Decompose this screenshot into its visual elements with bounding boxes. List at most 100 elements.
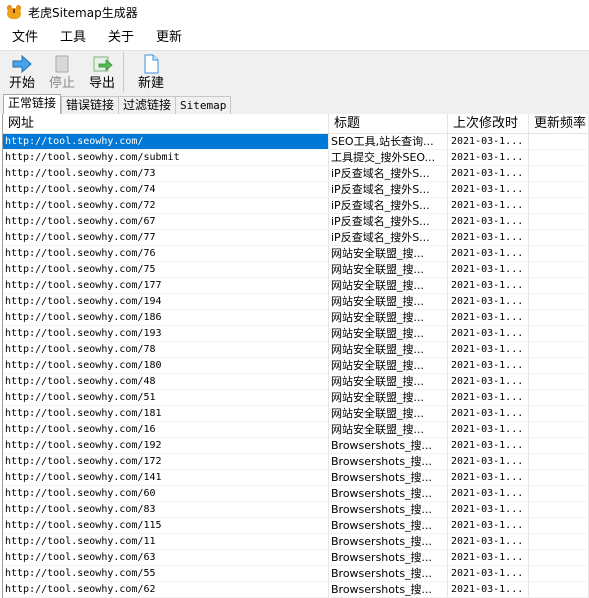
table-row[interactable]: http://tool.seowhy.com/186 网站安全联盟_搜... 202… xyxy=(3,310,589,326)
frequency-cell xyxy=(529,486,589,502)
title-cell: Browsershots_搜... xyxy=(329,470,448,486)
table-row[interactable]: http://tool.seowhy.com/77 iP反查域名_搜外S... 20… xyxy=(3,230,589,246)
date-cell: 2021-03-1... xyxy=(448,342,529,358)
table-row[interactable]: http://tool.seowhy.com/submit 工具提交_搜外SEO.… xyxy=(3,150,589,166)
table-row[interactable]: http://tool.seowhy.com/48 网站安全联盟_搜... 2021… xyxy=(3,374,589,390)
title-cell: Browsershots_搜... xyxy=(329,502,448,518)
table-row[interactable]: http://tool.seowhy.com/72 iP反查域名_搜外S... 20… xyxy=(3,198,589,214)
url-cell: http://tool.seowhy.com/11 xyxy=(3,534,329,550)
frequency-cell xyxy=(529,374,589,390)
url-cell: http://tool.seowhy.com/177 xyxy=(3,278,329,294)
title-cell: Browsershots_搜... xyxy=(329,454,448,470)
table-row[interactable]: http://tool.seowhy.com/74 iP反查域名_搜外S... 20… xyxy=(3,182,589,198)
table-row[interactable]: http://tool.seowhy.com/115 Browsershots_搜… xyxy=(3,518,589,534)
title-cell: 网站安全联盟_搜... xyxy=(329,326,448,342)
url-cell: http://tool.seowhy.com/74 xyxy=(3,182,329,198)
table-row[interactable]: http://tool.seowhy.com/194 网站安全联盟_搜... 202… xyxy=(3,294,589,310)
frequency-cell xyxy=(529,390,589,406)
url-cell: http://tool.seowhy.com/48 xyxy=(3,374,329,390)
toolbar: 开始 停止 导出 新建 xyxy=(0,50,589,94)
frequency-cell xyxy=(529,566,589,582)
menu-tools[interactable]: 工具 xyxy=(48,27,96,49)
new-button[interactable]: 新建 xyxy=(131,51,171,93)
stop-label: 停止 xyxy=(48,76,75,91)
url-cell: http://tool.seowhy.com/67 xyxy=(3,214,329,230)
frequency-cell xyxy=(529,326,589,342)
start-label: 开始 xyxy=(8,76,35,91)
table-row[interactable]: http://tool.seowhy.com/180 网站安全联盟_搜... 202… xyxy=(3,358,589,374)
column-header-url[interactable]: 网址 xyxy=(3,114,329,133)
menu-file[interactable]: 文件 xyxy=(0,27,48,49)
frequency-cell xyxy=(529,582,589,598)
table-row[interactable]: http://tool.seowhy.com/73 iP反查域名_搜外S... 20… xyxy=(3,166,589,182)
url-cell: http://tool.seowhy.com/76 xyxy=(3,246,329,262)
table-row[interactable]: http://tool.seowhy.com/51 网站安全联盟_搜... 2021… xyxy=(3,390,589,406)
date-cell: 2021-03-1... xyxy=(448,566,529,582)
column-header-frequency[interactable]: 更新频率 xyxy=(529,114,589,133)
frequency-cell xyxy=(529,438,589,454)
table-row[interactable]: http://tool.seowhy.com/60 Browsershots_搜.… xyxy=(3,486,589,502)
frequency-cell xyxy=(529,406,589,422)
title-bar: 老虎Sitemap生成器 xyxy=(0,0,589,24)
frequency-cell xyxy=(529,518,589,534)
table-row[interactable]: http://tool.seowhy.com/192 Browsershots_搜… xyxy=(3,438,589,454)
url-cell: http://tool.seowhy.com/172 xyxy=(3,454,329,470)
frequency-cell xyxy=(529,502,589,518)
column-header-title[interactable]: 标题 xyxy=(329,114,448,133)
url-cell: http://tool.seowhy.com/141 xyxy=(3,470,329,486)
table-row[interactable]: http://tool.seowhy.com/67 iP反查域名_搜外S... 20… xyxy=(3,214,589,230)
column-header-last-modified[interactable]: 上次修改时 xyxy=(448,114,529,133)
title-cell: 网站安全联盟_搜... xyxy=(329,406,448,422)
date-cell: 2021-03-1... xyxy=(448,134,529,150)
tab-normal-links[interactable]: 正常链接 xyxy=(3,94,62,114)
url-cell: http://tool.seowhy.com/62 xyxy=(3,582,329,598)
table-row[interactable]: http://tool.seowhy.com/78 网站安全联盟_搜... 2021… xyxy=(3,342,589,358)
date-cell: 2021-03-1... xyxy=(448,502,529,518)
menu-bar: 文件 工具 关于 更新 xyxy=(0,27,589,49)
table-row[interactable]: http://tool.seowhy.com/76 网站安全联盟_搜... 2021… xyxy=(3,246,589,262)
title-cell: 网站安全联盟_搜... xyxy=(329,374,448,390)
url-cell: http://tool.seowhy.com/181 xyxy=(3,406,329,422)
table-row[interactable]: http://tool.seowhy.com/177 网站安全联盟_搜... 202… xyxy=(3,278,589,294)
menu-about[interactable]: 关于 xyxy=(96,27,144,49)
stop-button[interactable]: 停止 xyxy=(44,51,80,93)
url-cell: http://tool.seowhy.com/73 xyxy=(3,166,329,182)
table-row[interactable]: http://tool.seowhy.com/83 Browsershots_搜.… xyxy=(3,502,589,518)
menu-update[interactable]: 更新 xyxy=(144,27,192,49)
frequency-cell xyxy=(529,534,589,550)
date-cell: 2021-03-1... xyxy=(448,534,529,550)
tab-filtered-links[interactable]: 过滤链接 xyxy=(118,96,177,114)
title-cell: Browsershots_搜... xyxy=(329,518,448,534)
table-row[interactable]: http://tool.seowhy.com/141 Browsershots_搜… xyxy=(3,470,589,486)
title-cell: iP反查域名_搜外S... xyxy=(329,230,448,246)
date-cell: 2021-03-1... xyxy=(448,310,529,326)
tab-sitemap[interactable]: Sitemap xyxy=(175,96,232,114)
new-document-icon xyxy=(140,53,162,75)
table-row[interactable]: http://tool.seowhy.com/16 网站安全联盟_搜... 2021… xyxy=(3,422,589,438)
table-row[interactable]: http://tool.seowhy.com/172 Browsershots_搜… xyxy=(3,454,589,470)
table-row[interactable]: http://tool.seowhy.com/11 Browsershots_搜.… xyxy=(3,534,589,550)
table-row[interactable]: http://tool.seowhy.com/63 Browsershots_搜.… xyxy=(3,550,589,566)
table-row[interactable]: http://tool.seowhy.com/SEO工具,站长查询... 2021… xyxy=(3,134,589,150)
frequency-cell xyxy=(529,342,589,358)
start-button[interactable]: 开始 xyxy=(4,51,40,93)
tab-error-links[interactable]: 错误链接 xyxy=(61,96,120,114)
frequency-cell xyxy=(529,454,589,470)
export-button[interactable]: 导出 xyxy=(84,51,120,93)
date-cell: 2021-03-1... xyxy=(448,486,529,502)
date-cell: 2021-03-1... xyxy=(448,374,529,390)
url-cell: http://tool.seowhy.com/75 xyxy=(3,262,329,278)
table-row[interactable]: http://tool.seowhy.com/55 Browsershots_搜.… xyxy=(3,566,589,582)
date-cell: 2021-03-1... xyxy=(448,454,529,470)
table-row[interactable]: http://tool.seowhy.com/62 Browsershots_搜.… xyxy=(3,582,589,598)
table-header: 网址 标题 上次修改时 更新频率 xyxy=(3,114,589,134)
table-row[interactable]: http://tool.seowhy.com/75 网站安全联盟_搜... 2021… xyxy=(3,262,589,278)
title-cell: 网站安全联盟_搜... xyxy=(329,246,448,262)
table-row[interactable]: http://tool.seowhy.com/193 网站安全联盟_搜... 202… xyxy=(3,326,589,342)
table-row[interactable]: http://tool.seowhy.com/181 网站安全联盟_搜... 202… xyxy=(3,406,589,422)
tiger-app-icon xyxy=(6,4,22,20)
url-cell: http://tool.seowhy.com/83 xyxy=(3,502,329,518)
url-cell: http://tool.seowhy.com/51 xyxy=(3,390,329,406)
date-cell: 2021-03-1... xyxy=(448,326,529,342)
title-cell: 网站安全联盟_搜... xyxy=(329,278,448,294)
